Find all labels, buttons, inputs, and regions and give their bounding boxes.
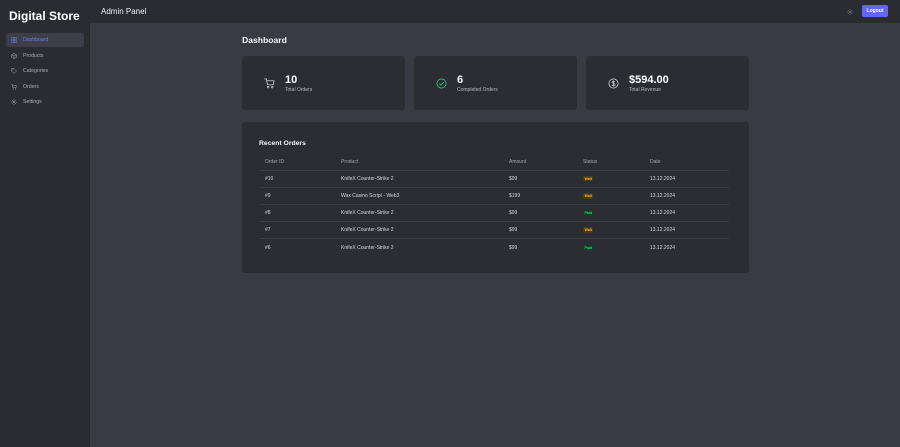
theme-toggle-button[interactable] [846, 7, 854, 15]
stat-label: Total Revenue [629, 87, 661, 93]
recent-orders-table: Order ID Product Amount Status Date #10 … [259, 154, 729, 256]
sidebar-item-label: Orders [23, 83, 39, 90]
column-header-amount: Amount [503, 154, 577, 171]
tag-icon [11, 67, 22, 75]
column-header-product: Product [335, 154, 503, 171]
date-cell: 13.12.2024 [650, 244, 676, 251]
order-id-cell: #6 [265, 244, 271, 251]
amount-cell: $99 [509, 244, 518, 251]
stat-label: Total Orders [285, 87, 313, 93]
amount-cell: $99 [503, 170, 577, 188]
product-cell: KnifeX Counter-Strike 2 [335, 170, 503, 188]
gear-icon [847, 2, 853, 20]
status-badge: Paid [583, 210, 594, 216]
date-cell: 13.12.2024 [644, 204, 729, 223]
sidebar: Digital Store Dashboard Products Categor… [0, 0, 90, 447]
product-cell: KnifeX Counter-Strike 2 [335, 204, 503, 223]
sidebar-item-orders[interactable]: Orders [6, 80, 84, 94]
status-cell: Paid [577, 204, 644, 223]
gear-icon [11, 98, 22, 106]
order-id-cell: #8 [259, 204, 335, 223]
status-cell: Paid [577, 239, 644, 256]
status-cell: Wait [577, 170, 644, 188]
sidebar-item-categories[interactable]: Categories [6, 64, 84, 78]
table-row[interactable]: #7 KnifeX Counter-Strike 2 $99 Wait 13.1… [259, 221, 729, 240]
order-id-cell: #10 [259, 170, 335, 188]
topbar-title: Admin Panel [101, 7, 147, 16]
table-row[interactable]: #8 KnifeX Counter-Strike 2 $99 Paid 13.1… [259, 204, 729, 223]
sidebar-item-label: Dashboard [23, 37, 49, 43]
sidebar-item-dashboard[interactable]: Dashboard [6, 33, 84, 47]
order-id-cell: #9 [259, 187, 335, 205]
amount-cell: $99 [503, 221, 577, 240]
box-icon [11, 52, 22, 60]
logout-button[interactable]: Logout [862, 5, 888, 17]
product-cell: KnifeX Counter-Strike 2 [341, 244, 394, 251]
recent-orders-panel: Recent Orders Order ID Product Amount St… [242, 122, 749, 273]
status-badge: Wait [583, 175, 594, 182]
amount-cell: $99 [503, 204, 577, 223]
sidebar-item-label: Categories [23, 68, 49, 74]
table-row[interactable]: #6 KnifeX Counter-Strike 2 $99 Paid 13.1… [259, 239, 729, 256]
date-cell: 13.12.2024 [644, 187, 729, 205]
stat-value: 10 [285, 74, 298, 86]
table-row[interactable]: #10 KnifeX Counter-Strike 2 $99 Wait 13.… [259, 170, 729, 188]
page-title: Dashboard [242, 35, 287, 45]
brand-title: Digital Store [9, 9, 80, 23]
status-cell: Wait [577, 221, 644, 240]
table-row[interactable]: #9 Wax Casino Script - Web3 $199 Wait 13… [259, 187, 729, 205]
stat-card-completed-orders: 6 Completed Orders [414, 56, 577, 110]
status-badge: Wait [583, 192, 594, 199]
grid-icon [11, 36, 22, 44]
status-badge: Wait [583, 227, 594, 233]
status-badge: Paid [583, 244, 594, 251]
column-header-date: Date [644, 154, 729, 171]
order-id-cell: #7 [259, 221, 335, 240]
recent-orders-title: Recent Orders [259, 140, 306, 147]
column-header-status: Status [577, 154, 644, 171]
column-header-order-id: Order ID [259, 154, 335, 171]
amount-cell: $199 [503, 187, 577, 205]
stat-card-total-orders: 10 Total Orders [242, 56, 405, 110]
stat-value: $594.00 [629, 74, 669, 86]
sidebar-item-label: Products [23, 52, 44, 59]
stat-card-total-revenue: $594.00 Total Revenue [586, 56, 749, 110]
table-header-row: Order ID Product Amount Status Date [259, 154, 729, 171]
cart-icon [11, 83, 22, 91]
sidebar-nav: Dashboard Products Categories Orders Set… [6, 33, 84, 111]
stat-label: Completed Orders [457, 87, 498, 93]
product-cell: KnifeX Counter-Strike 2 [335, 221, 503, 240]
date-cell: 13.12.2024 [644, 221, 729, 240]
dollar-circle-icon [607, 77, 619, 89]
sidebar-item-label: Settings [23, 99, 42, 105]
stat-value: 6 [457, 74, 464, 86]
topbar: Admin Panel Logout [90, 0, 900, 23]
check-circle-icon [435, 77, 447, 89]
date-cell: 13.12.2024 [644, 170, 729, 188]
sidebar-item-settings[interactable]: Settings [6, 95, 84, 109]
sidebar-item-products[interactable]: Products [6, 49, 84, 63]
status-cell: Wait [577, 187, 644, 205]
cart-icon [263, 77, 275, 89]
product-cell: Wax Casino Script - Web3 [335, 187, 503, 205]
